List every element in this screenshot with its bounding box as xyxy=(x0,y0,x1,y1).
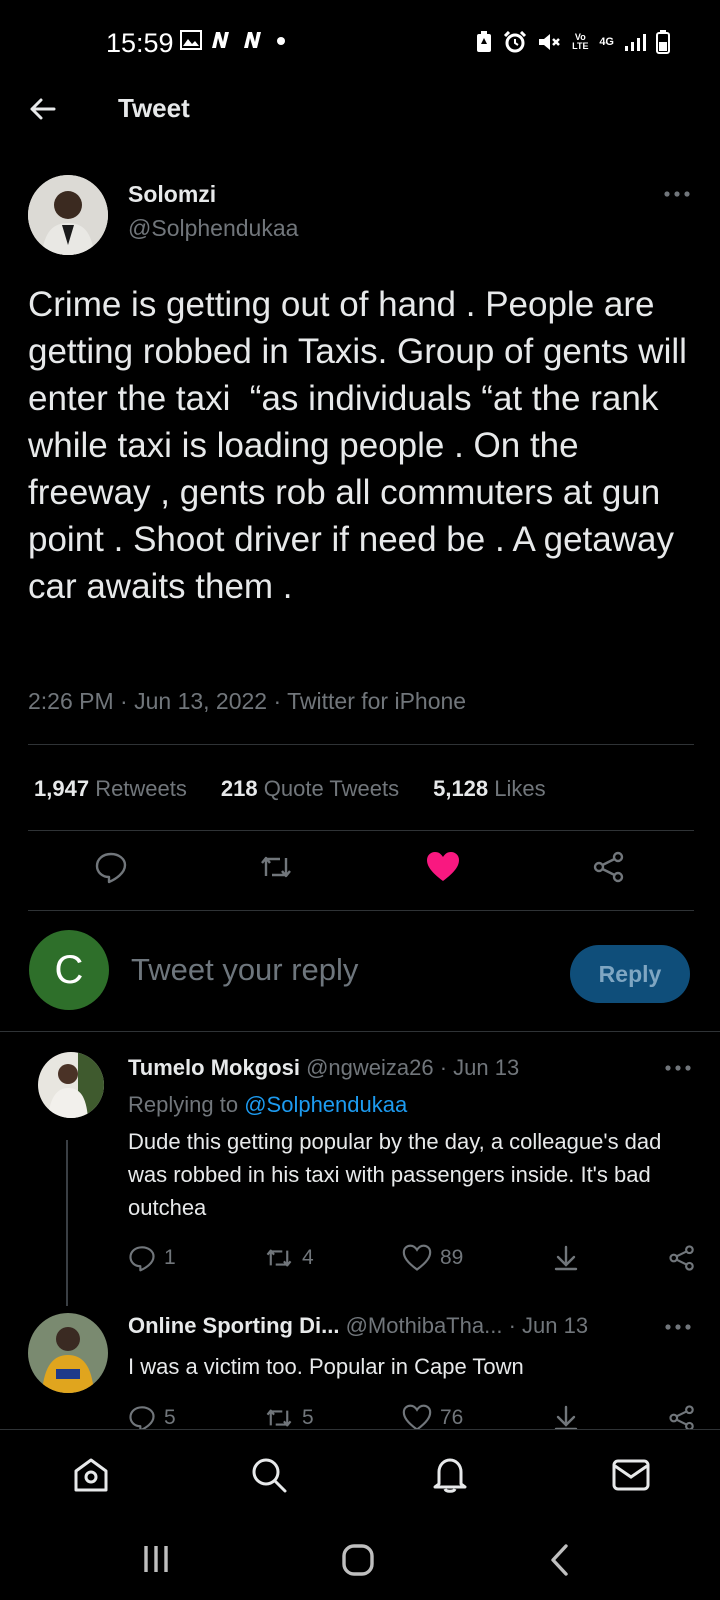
home-icon[interactable] xyxy=(72,1456,110,1494)
reply-actions: 5 5 76 xyxy=(128,1404,696,1432)
more-options-icon[interactable] xyxy=(665,1323,691,1331)
reply-author-handle[interactable]: @ngweiza26 xyxy=(306,1055,434,1080)
system-nav xyxy=(0,1519,720,1600)
retweet-action[interactable]: 4 xyxy=(264,1244,314,1272)
reply-count: 1 xyxy=(164,1246,176,1269)
status-time: 15:59 xyxy=(106,28,174,58)
retweets-count: 1,947 xyxy=(34,776,90,801)
download-action[interactable] xyxy=(552,1404,580,1432)
quote-tweets-count: 218 xyxy=(220,776,258,801)
reply-actions: 1 4 89 xyxy=(128,1244,696,1272)
divider xyxy=(28,910,694,911)
share-icon xyxy=(669,1245,694,1271)
divider xyxy=(28,744,694,745)
tweet-text: Crime is getting out of hand . People ar… xyxy=(28,285,697,606)
reply-input[interactable]: Tweet your reply xyxy=(131,952,358,988)
author-name[interactable]: Solomzi xyxy=(128,181,216,208)
network-indicator: 4G xyxy=(599,35,614,48)
download-icon xyxy=(554,1245,577,1271)
replying-to: Replying to @Solphendukaa xyxy=(128,1092,407,1118)
retweets-label: Retweets xyxy=(95,776,187,801)
netflix-icon xyxy=(212,32,229,48)
like-count: 76 xyxy=(440,1406,464,1429)
quote-tweets-label: Quote Tweets xyxy=(263,776,400,801)
like-action[interactable]: 76 xyxy=(402,1404,463,1432)
more-options-icon[interactable] xyxy=(664,190,690,198)
more-options-icon[interactable] xyxy=(665,1064,691,1072)
quote-tweets-stat[interactable]: 218 Quote Tweets xyxy=(221,776,399,802)
likes-label: Likes xyxy=(494,776,546,801)
reply-icon xyxy=(129,1406,155,1432)
reply-author-name[interactable]: Online Sporting Di... xyxy=(128,1313,339,1338)
notifications-icon[interactable] xyxy=(431,1454,469,1494)
signal-icon xyxy=(625,34,646,51)
reply-date: · Jun 13 xyxy=(439,1055,520,1080)
reply-icon xyxy=(129,1246,155,1272)
battery-saver-icon xyxy=(477,31,492,52)
like-icon xyxy=(402,1404,432,1431)
like-count: 89 xyxy=(440,1246,464,1269)
reply-header: Online Sporting Di... @MothibaTha... · J… xyxy=(128,1313,588,1339)
dot-icon xyxy=(277,37,285,45)
retweet-count: 5 xyxy=(302,1406,314,1429)
reply-text: Dude this getting popular by the day, a … xyxy=(128,1129,662,1220)
retweet-icon[interactable] xyxy=(258,850,294,884)
reply-text: I was a victim too. Popular in Cape Town xyxy=(128,1354,524,1379)
tweet-meta[interactable]: 2:26 PM · Jun 13, 2022 · Twitter for iPh… xyxy=(28,688,466,715)
alarm-icon xyxy=(504,31,527,53)
download-action[interactable] xyxy=(552,1244,580,1272)
search-icon[interactable] xyxy=(250,1456,288,1494)
recent-apps-icon[interactable] xyxy=(141,1544,171,1574)
reply-author-handle[interactable]: @MothibaTha... xyxy=(346,1313,503,1338)
volte-indicator: Vo LTE xyxy=(572,32,589,51)
like-filled-icon[interactable] xyxy=(425,850,461,884)
retweets-stat[interactable]: 1,947 Retweets xyxy=(34,776,187,802)
back-arrow-icon[interactable] xyxy=(26,92,60,126)
reply-avatar[interactable] xyxy=(28,1313,108,1393)
author-handle[interactable]: @Solphendukaa xyxy=(128,215,298,242)
download-icon xyxy=(554,1405,577,1431)
retweet-count: 4 xyxy=(302,1246,314,1269)
share-action[interactable] xyxy=(668,1244,696,1272)
like-action[interactable]: 89 xyxy=(402,1244,463,1272)
netflix-icon xyxy=(244,32,261,48)
home-circle-icon[interactable] xyxy=(341,1543,375,1577)
status-right-icons: Vo LTE 4G xyxy=(475,30,670,54)
share-action[interactable] xyxy=(668,1404,696,1432)
reply-count: 5 xyxy=(164,1406,176,1429)
like-icon xyxy=(402,1244,432,1271)
reply-avatar[interactable] xyxy=(38,1052,104,1118)
author-avatar[interactable] xyxy=(28,175,108,255)
retweet-icon xyxy=(266,1409,292,1427)
reply-icon[interactable] xyxy=(94,850,128,884)
bottom-nav xyxy=(0,1429,720,1519)
reply-author-name[interactable]: Tumelo Mokgosi xyxy=(128,1055,300,1080)
share-icon xyxy=(669,1405,694,1431)
thread-line xyxy=(66,1140,68,1306)
current-user-avatar[interactable]: C xyxy=(29,930,109,1010)
share-icon[interactable] xyxy=(592,850,626,884)
status-left-icons xyxy=(180,30,288,50)
divider xyxy=(28,830,694,831)
retweet-action[interactable]: 5 xyxy=(264,1404,314,1432)
reply-date: · Jun 13 xyxy=(508,1313,589,1338)
tweet-stats: 1,947 Retweets 218 Quote Tweets 5,128 Li… xyxy=(34,776,546,802)
reply-header: Tumelo Mokgosi @ngweiza26 · Jun 13 xyxy=(128,1055,519,1081)
header-title: Tweet xyxy=(118,93,190,123)
reply-action[interactable]: 1 xyxy=(128,1244,176,1272)
likes-stat[interactable]: 5,128 Likes xyxy=(433,776,546,802)
image-icon xyxy=(180,30,202,50)
replying-to-label: Replying to xyxy=(128,1092,239,1117)
replying-to-link[interactable]: @Solphendukaa xyxy=(244,1092,407,1117)
messages-icon[interactable] xyxy=(612,1458,650,1492)
retweet-icon xyxy=(266,1249,292,1267)
divider xyxy=(0,1031,720,1032)
reply-action[interactable]: 5 xyxy=(128,1404,176,1432)
back-icon[interactable] xyxy=(548,1543,570,1577)
reply-button[interactable]: Reply xyxy=(570,945,690,1003)
likes-count: 5,128 xyxy=(433,776,489,801)
mute-icon xyxy=(539,34,561,50)
battery-icon xyxy=(656,30,670,54)
